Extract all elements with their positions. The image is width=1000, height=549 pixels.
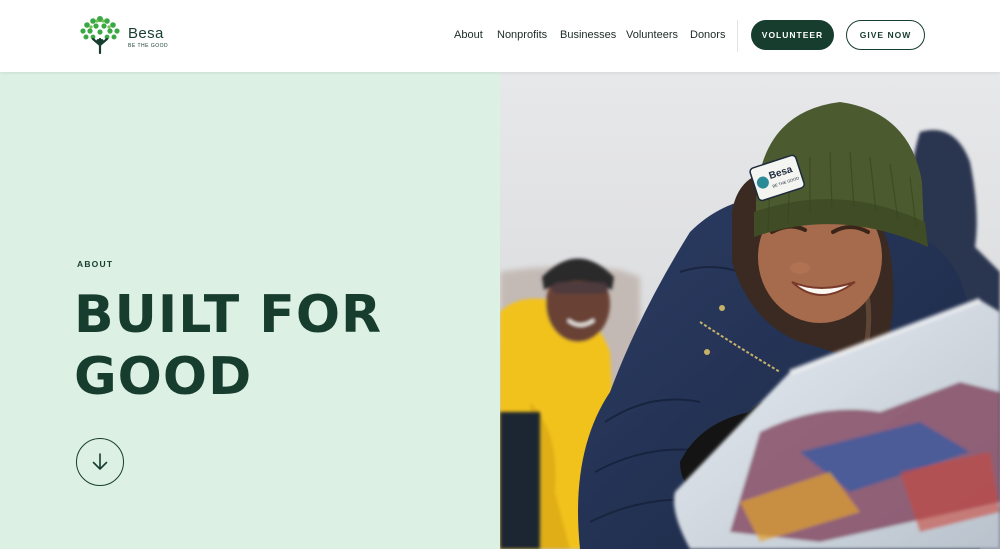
nav-link-donors[interactable]: Donors	[690, 27, 725, 43]
site-header: Besa BE THE GOOD About Nonprofits Busine…	[0, 0, 1000, 72]
nav-link-nonprofits[interactable]: Nonprofits	[497, 27, 547, 43]
tree-logo-icon	[80, 16, 120, 55]
hero-eyebrow: ABOUT	[77, 259, 114, 269]
brand-name: Besa	[128, 25, 164, 42]
hero-photo: Besa BE THE GOOD	[500, 72, 1000, 549]
nav-link-volunteers[interactable]: Volunteers	[626, 27, 678, 43]
hero-title-line-2: GOOD	[74, 347, 253, 407]
nav-divider	[737, 20, 738, 52]
volunteer-button[interactable]: VOLUNTEER	[751, 20, 834, 50]
hero-text-panel: ABOUT BUILT FOR GOOD	[0, 72, 500, 549]
brand-tagline: BE THE GOOD	[128, 43, 169, 49]
scroll-down-button[interactable]	[76, 438, 124, 486]
nav-link-businesses[interactable]: Businesses	[560, 27, 616, 43]
brand-logo[interactable]: Besa BE THE GOOD	[78, 15, 178, 55]
volunteers-photo-illustration: Besa BE THE GOOD	[500, 72, 1000, 549]
give-now-button[interactable]: GIVE NOW	[846, 20, 925, 50]
hero-title-line-1: BUILT FOR	[74, 285, 383, 345]
arrow-down-icon	[92, 453, 108, 470]
hero-title: BUILT FOR GOOD	[74, 284, 474, 408]
nav-link-about[interactable]: About	[454, 27, 483, 43]
